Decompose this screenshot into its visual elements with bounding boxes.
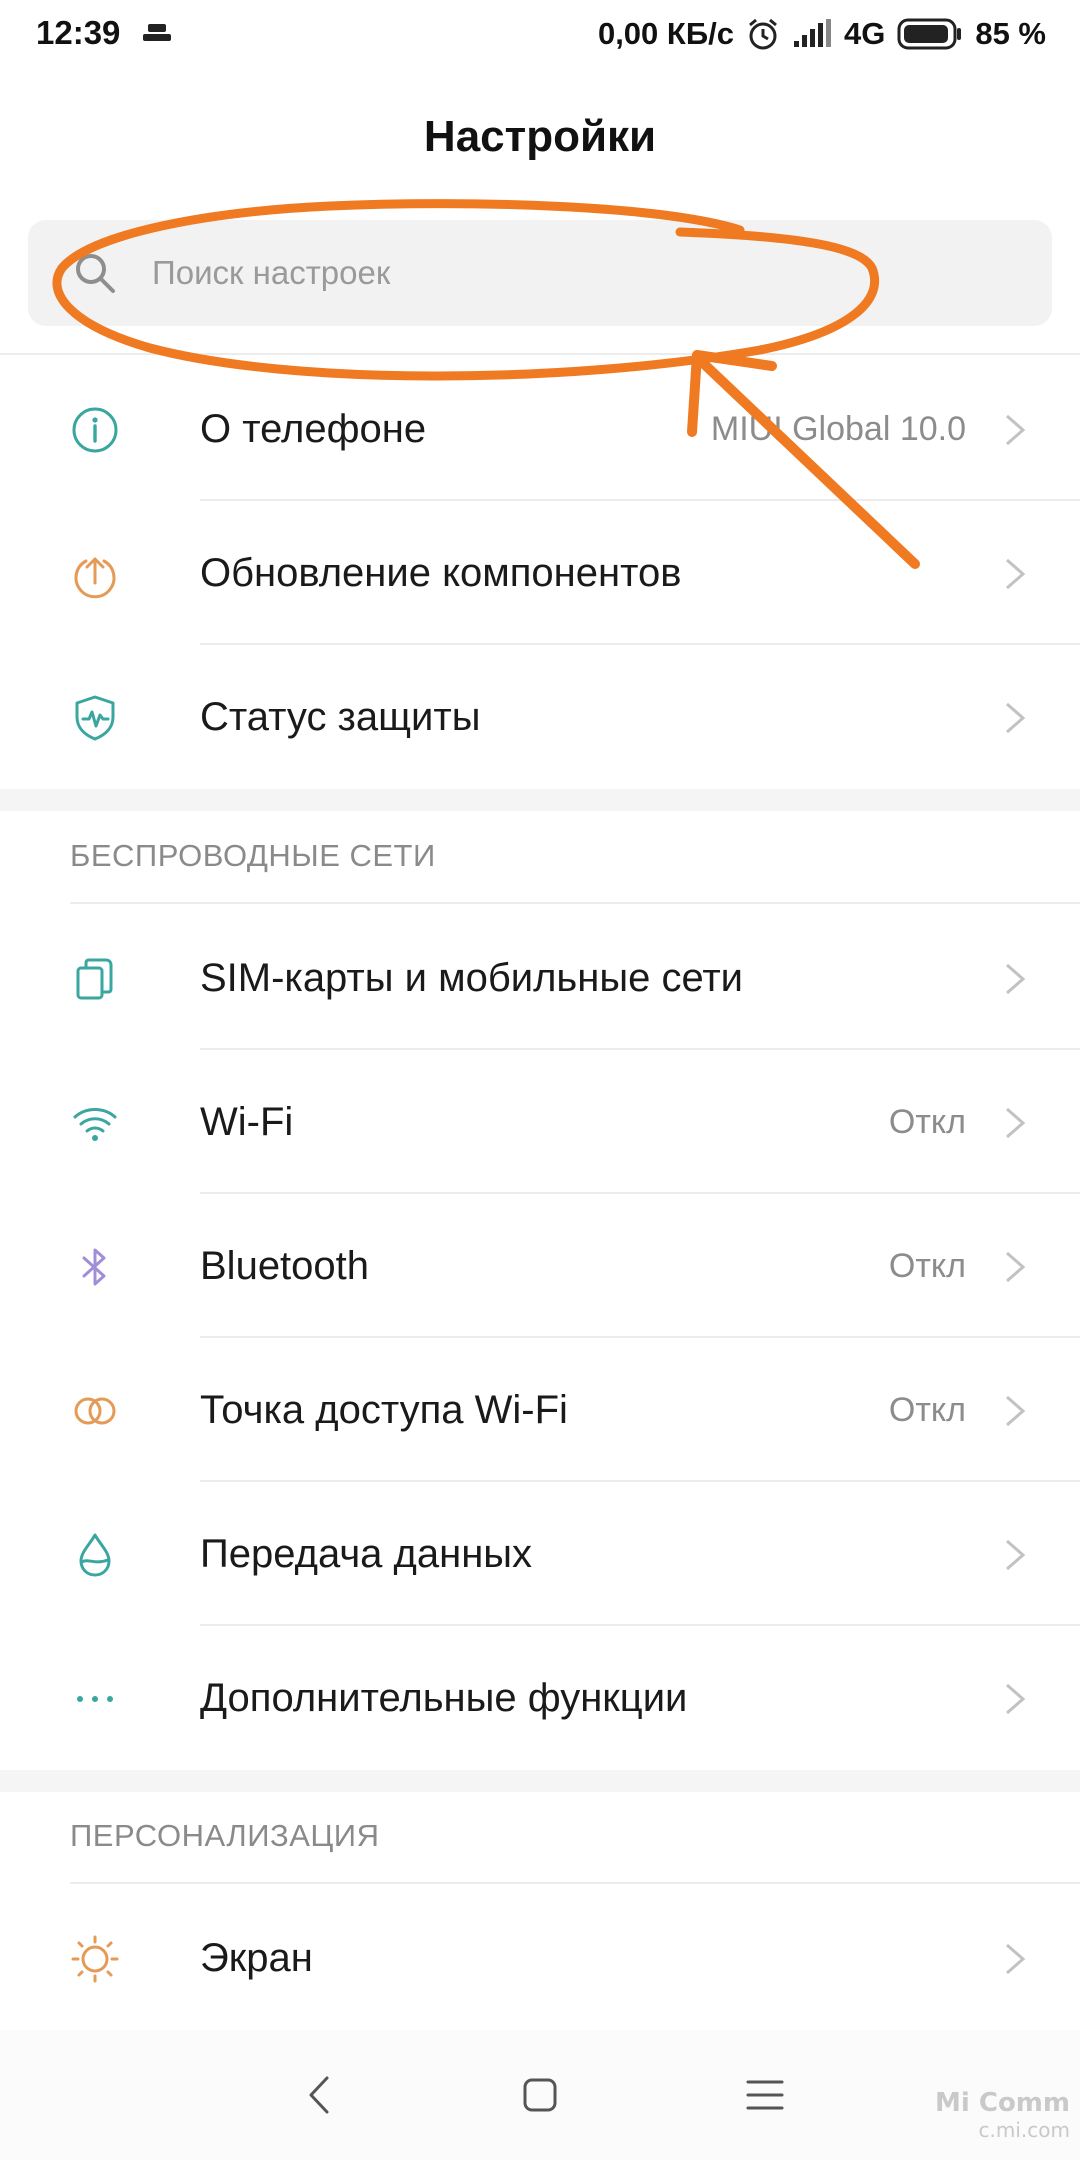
settings-item-wifi[interactable]: Wi-Fi Откл (0, 1050, 1080, 1194)
settings-item-label: Bluetooth (200, 1244, 370, 1288)
data-drop-icon (79, 1533, 111, 1577)
settings-item-label: О телефоне (200, 407, 427, 451)
search-input[interactable] (152, 220, 1012, 326)
settings-item-value: Откл (888, 1247, 966, 1285)
update-icon (74, 557, 116, 599)
sun-icon (71, 1935, 119, 1983)
signal-icon (793, 19, 831, 47)
settings-item-about-phone[interactable]: О телефоне MIUI Global 10.0 (0, 357, 1080, 501)
chevron-right-icon (1006, 963, 1026, 995)
search-icon (76, 254, 115, 293)
info-icon (72, 407, 118, 453)
chevron-right-icon (1006, 1943, 1026, 1975)
menu-icon[interactable] (742, 2072, 788, 2118)
divider (70, 902, 1080, 904)
watermark-line-1: Mi Comm (935, 2088, 1070, 2118)
divider (0, 353, 1080, 355)
network-type: 4G (843, 16, 886, 51)
chevron-right-icon (1006, 414, 1026, 446)
settings-item-label: Wi-Fi (200, 1100, 294, 1144)
wifi-icon (73, 1108, 117, 1141)
settings-item-label: Обновление компонентов (200, 551, 682, 595)
chevron-right-icon (1006, 1683, 1026, 1715)
settings-item-label: Дополнительные функции (200, 1676, 688, 1720)
chevron-right-icon (1006, 1107, 1026, 1139)
settings-item-value: Откл (888, 1391, 966, 1429)
settings-item-security-status[interactable]: Статус защиты (0, 645, 1080, 789)
group-separator (0, 789, 1080, 811)
status-time: 12:39 (36, 14, 121, 51)
battery-icon (897, 18, 962, 50)
settings-item-value: MIUI Global 10.0 (710, 410, 966, 448)
settings-item-label: SIM-карты и мобильные сети (200, 956, 744, 1000)
shield-icon (75, 695, 115, 741)
settings-item-label: Передача данных (200, 1532, 533, 1576)
chevron-right-icon (1006, 1251, 1026, 1283)
navigation-bar (0, 2030, 1080, 2160)
settings-item-label: Экран (200, 1936, 313, 1980)
watermark: Mi Comm c.mi.com (935, 2088, 1070, 2142)
hotspot-icon (74, 1397, 116, 1425)
watermark-line-2: c.mi.com (978, 2118, 1070, 2142)
chevron-right-icon (1006, 702, 1026, 734)
settings-item-component-update[interactable]: Обновление компонентов (0, 501, 1080, 645)
battery-level: 85 % (975, 16, 1046, 51)
back-icon[interactable] (298, 2072, 344, 2118)
settings-item-data-usage[interactable]: Передача данных (0, 1482, 1080, 1626)
group-separator (0, 1770, 1080, 1792)
settings-item-sim-cards[interactable]: SIM-карты и мобильные сети (0, 906, 1080, 1050)
chevron-right-icon (1006, 1539, 1026, 1571)
settings-item-label: Статус защиты (200, 695, 481, 739)
section-header-wireless: БЕСПРОВОДНЫЕ СЕТИ (70, 838, 436, 873)
page-title: Настройки (423, 112, 657, 161)
status-bar: 12:39 0,00 КБ/с 4G 85 % (0, 0, 1080, 70)
network-speed: 0,00 КБ/с (597, 16, 734, 51)
bluetooth-icon (82, 1248, 106, 1286)
chevron-right-icon (1006, 558, 1026, 590)
settings-item-label: Точка доступа Wi-Fi (200, 1388, 568, 1432)
settings-item-more-functions[interactable]: Дополнительные функции (0, 1626, 1080, 1770)
settings-item-hotspot[interactable]: Точка доступа Wi-Fi Откл (0, 1338, 1080, 1482)
more-dots-icon (77, 1696, 113, 1702)
notification-icon (143, 24, 171, 41)
settings-item-display[interactable]: Экран (0, 1886, 1080, 2030)
search-bar[interactable] (28, 220, 1052, 326)
settings-item-bluetooth[interactable]: Bluetooth Откл (0, 1194, 1080, 1338)
section-header-personalization: ПЕРСОНАЛИЗАЦИЯ (70, 1818, 380, 1853)
alarm-icon (749, 18, 777, 50)
sim-card-icon (76, 958, 113, 1000)
divider (70, 1882, 1080, 1884)
settings-item-value: Откл (888, 1103, 966, 1141)
chevron-right-icon (1006, 1395, 1026, 1427)
home-icon[interactable] (517, 2072, 563, 2118)
